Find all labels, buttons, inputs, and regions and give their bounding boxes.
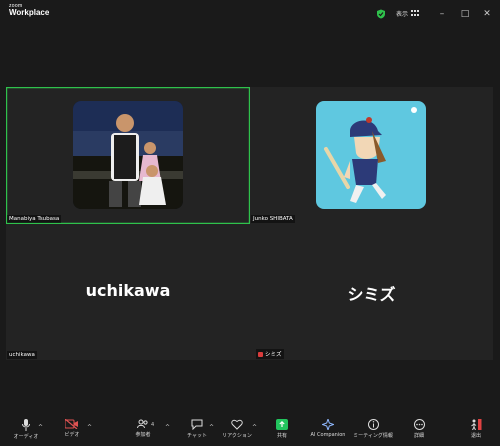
meeting-info-button[interactable]: ミーティング情報 <box>350 410 396 446</box>
video-label: ビデオ <box>64 432 80 438</box>
share-label: 共有 <box>276 433 287 439</box>
zoom-logo: zoom Workplace <box>9 4 49 17</box>
maximize-button[interactable]: □ <box>459 8 471 20</box>
participant-photo <box>73 101 183 209</box>
minimize-button[interactable]: – <box>436 8 448 20</box>
video-button[interactable]: ビデオ <box>60 410 84 446</box>
video-tile-uchikawa[interactable]: uchikawa uchikawa <box>6 224 250 360</box>
more-label: 詳細 <box>413 433 424 439</box>
title-bar: zoom Workplace 表示 – □ ✕ <box>0 0 500 28</box>
video-caret-icon[interactable]: ^ <box>87 424 92 431</box>
leave-icon <box>471 419 482 430</box>
muted-mic-icon <box>258 352 263 357</box>
chat-button[interactable]: チャット <box>184 410 210 446</box>
participant-name: Junko SHIBATA <box>251 215 295 223</box>
leave-button[interactable]: 退出 <box>466 410 486 446</box>
gallery-view: Manabiya Tsubasa Junko SHIBATA uchikawa … <box>6 87 493 360</box>
chat-icon <box>191 419 203 430</box>
chat-label: チャット <box>187 433 207 439</box>
participant-name: uchikawa <box>7 351 37 359</box>
video-off-icon <box>65 419 78 429</box>
reactions-button[interactable]: リアクション <box>222 410 252 446</box>
share-button[interactable]: 共有 <box>271 410 293 446</box>
participants-caret-icon[interactable]: ^ <box>165 424 170 431</box>
heart-icon <box>231 419 243 430</box>
more-button[interactable]: 詳細 <box>408 410 430 446</box>
reactions-label: リアクション <box>222 433 252 439</box>
participants-button[interactable]: 参加者 <box>130 410 156 446</box>
meeting-toolbar: オーディオ ^ ビデオ ^ 参加者 4 ^ チャット ^ リアクション ^ 共有… <box>0 410 500 446</box>
participant-display-name: uchikawa <box>85 281 171 300</box>
logo-big-text: Workplace <box>9 8 50 17</box>
participant-name: Manabiya Tsubasa <box>7 215 62 223</box>
participants-label: 参加者 <box>135 432 151 438</box>
info-icon <box>367 419 379 430</box>
reactions-caret-icon[interactable]: ^ <box>252 424 257 431</box>
ai-companion-button[interactable]: AI Companion <box>306 410 350 446</box>
meeting-info-label: ミーティング情報 <box>353 433 393 439</box>
participants-count: 4 <box>151 422 155 428</box>
close-button[interactable]: ✕ <box>481 8 493 20</box>
ai-companion-label: AI Companion <box>310 432 346 438</box>
audio-caret-icon[interactable]: ^ <box>38 424 43 431</box>
participants-icon <box>137 419 148 429</box>
chat-caret-icon[interactable]: ^ <box>209 424 214 431</box>
leave-label: 退出 <box>470 433 481 439</box>
video-tile-shimizu[interactable]: シミズ シミズ <box>250 224 493 360</box>
video-tile-junko[interactable]: Junko SHIBATA <box>250 87 493 224</box>
participant-display-name: シミズ <box>347 285 396 304</box>
audio-label: オーディオ <box>13 434 39 440</box>
view-button-label[interactable]: 表示 <box>396 9 408 18</box>
more-icon <box>413 419 425 430</box>
video-tile-manabiya[interactable]: Manabiya Tsubasa <box>6 87 250 224</box>
sparkle-icon <box>322 419 334 430</box>
grid-icon[interactable] <box>411 10 419 17</box>
participant-illustration <box>316 101 426 209</box>
shield-icon[interactable] <box>376 9 386 19</box>
microphone-icon <box>22 419 30 431</box>
audio-button[interactable]: オーディオ <box>13 410 39 446</box>
share-screen-icon <box>276 419 288 430</box>
participant-name-tag: シミズ <box>256 349 284 359</box>
participant-name: シミズ <box>265 352 282 358</box>
